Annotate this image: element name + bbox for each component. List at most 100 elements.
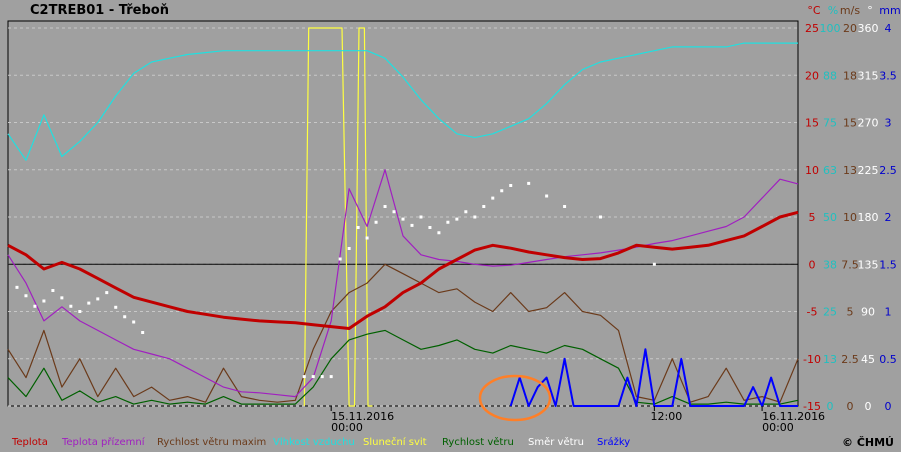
axis-tick-label: 4 — [885, 22, 892, 35]
x-ticks: 15.11.201600:0012:00 16.11.201600:00 — [330, 406, 825, 434]
wind-direction-point — [473, 215, 477, 219]
wind-direction-point — [114, 305, 118, 309]
legend-entry: Rychlost větru maxim — [157, 436, 266, 448]
wind-direction-point — [96, 297, 100, 301]
wind-direction-point — [545, 194, 549, 198]
x-tick-label: 00:00 — [762, 421, 794, 434]
axis-unit: m/s — [840, 4, 860, 17]
wind-direction-point — [652, 262, 656, 266]
wind-direction-point — [320, 375, 324, 379]
wind-direction-point — [302, 375, 306, 379]
wind-direction-point — [437, 231, 441, 235]
axis-tick-label: 10 — [843, 211, 857, 224]
axis-tick-label: 0 — [847, 400, 854, 413]
legend-entry: Srážky — [597, 436, 630, 448]
wind-direction-point — [374, 220, 378, 224]
copyright: © ČHMÚ — [842, 436, 894, 449]
wind-direction-point — [60, 296, 64, 300]
wind-direction-point — [509, 184, 513, 187]
wind-direction-point — [464, 210, 468, 214]
wind-direction-point — [392, 210, 396, 214]
wind-direction-point — [401, 217, 405, 221]
axis-tick-label: 0 — [809, 258, 816, 271]
wind-direction-point — [419, 215, 423, 219]
legend-entry: Směr větru — [528, 436, 584, 448]
legend: Teplota Teplota přízemní Rychlost větru ma… — [11, 436, 630, 448]
wind-direction-point — [78, 310, 82, 313]
legend-entry: Vlhkost vzduchu — [273, 437, 355, 448]
axis-tick-label: 25 — [805, 22, 819, 35]
axis-tick-label: 135 — [858, 258, 879, 271]
axis-tick-label: 3 — [885, 117, 892, 130]
wind-direction-point — [491, 196, 495, 200]
axis-tick-label: 100 — [820, 22, 841, 35]
axis-tick-label: 270 — [858, 117, 879, 130]
axis-tick-label: 5 — [847, 306, 854, 319]
axis-unit: mm — [879, 4, 900, 17]
axis-tick-label: 0 — [885, 400, 892, 413]
axis-tick-label: 13 — [823, 353, 837, 366]
wind-direction-point — [410, 223, 414, 227]
wind-direction-point — [42, 299, 46, 303]
legend-entry: Teplota přízemní — [61, 436, 146, 448]
axis-tick-label: 38 — [823, 258, 837, 271]
axis-tick-label: 0 — [865, 400, 872, 413]
axis-tick-label: 13 — [843, 164, 857, 177]
legend-entry: Sluneční svit — [363, 436, 427, 448]
x-tick-label: 00:00 — [331, 421, 363, 434]
axis-tick-label: 75 — [823, 117, 837, 130]
axis-tick-label: 18 — [843, 69, 857, 82]
axis-tick-label: 360 — [858, 22, 879, 35]
wind-direction-point — [365, 236, 369, 240]
wind-direction-point — [428, 226, 432, 229]
wind-direction-point — [105, 291, 109, 295]
axis-tick-label: 1.5 — [879, 258, 897, 271]
wind-direction-point — [347, 247, 351, 250]
axis-tick-label: 20 — [843, 22, 857, 35]
weather-chart: °C2520151050-5-10-15%100887563503825130m… — [7, 3, 901, 449]
legend-entry: Rychlost větru — [442, 436, 514, 448]
axis-tick-label: 2 — [885, 211, 892, 224]
legend-entry: Teplota — [11, 437, 48, 448]
wind-direction-point — [69, 304, 73, 308]
wind-direction-point — [482, 205, 486, 208]
wind-direction-point — [87, 301, 91, 305]
wind-direction-point — [51, 289, 55, 292]
wind-direction-point — [123, 315, 127, 319]
axis-tick-label: 50 — [823, 211, 837, 224]
wind-direction-point — [383, 205, 387, 208]
axis-tick-label: 15 — [843, 117, 857, 130]
wind-direction-point — [527, 181, 531, 185]
axis-tick-label: 0.5 — [879, 353, 897, 366]
axis-tick-label: 2.5 — [879, 164, 897, 177]
wind-direction-point — [599, 215, 602, 219]
wind-direction-point — [311, 375, 315, 379]
axis-tick-label: 88 — [823, 69, 837, 82]
axis-tick-label: 25 — [823, 306, 837, 319]
chart-title: C2TREB01 - Třeboň — [30, 3, 169, 18]
wind-direction-point — [455, 217, 459, 221]
axis-tick-label: 225 — [858, 164, 879, 177]
wind-direction-point — [24, 294, 28, 298]
axis-tick-label: -5 — [807, 306, 818, 319]
axis-tick-label: 63 — [823, 164, 837, 177]
wind-direction-point — [329, 375, 333, 379]
axis-unit: % — [828, 4, 838, 17]
x-tick-label: 12:00 — [651, 410, 683, 423]
axis-tick-label: 10 — [805, 164, 819, 177]
axis-tick-label: 0 — [827, 400, 834, 413]
wind-direction-point — [446, 220, 450, 224]
plot-area — [7, 20, 799, 407]
axis-tick-label: 315 — [858, 69, 879, 82]
axis-tick-label: 180 — [858, 211, 879, 224]
axis-tick-label: 1 — [885, 306, 892, 319]
axes-layer: °C2520151050-5-10-15%100887563503825130m… — [803, 4, 901, 413]
wind-direction-point — [132, 320, 136, 324]
axis-tick-label: 90 — [861, 306, 875, 319]
wind-direction-point — [141, 331, 145, 334]
axis-unit: ° — [867, 4, 873, 17]
axis-tick-label: 7.5 — [841, 258, 859, 271]
wind-direction-point — [33, 304, 37, 308]
axis-unit: °C — [807, 4, 821, 17]
axis-tick-label: 20 — [805, 69, 819, 82]
